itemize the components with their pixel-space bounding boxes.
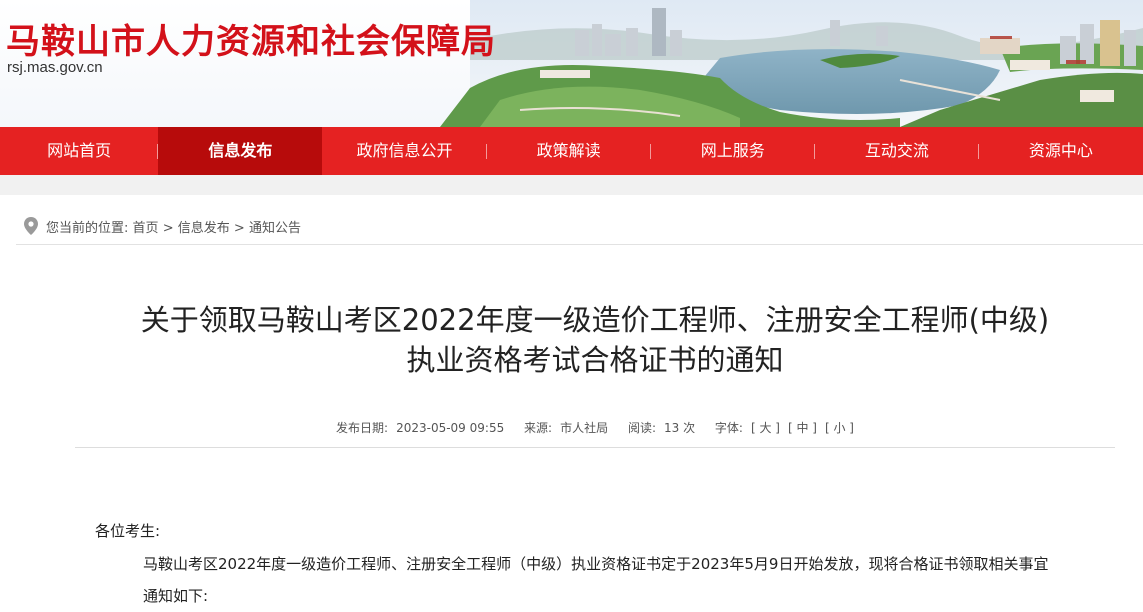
article-source: 来源: 市人社局: [520, 421, 612, 435]
font-size-controls: 字体: [ 大 ] [ 中 ] [ 小 ]: [711, 421, 858, 435]
font-size-small-button[interactable]: [ 小 ]: [825, 421, 854, 435]
breadcrumb-notice-link[interactable]: 通知公告: [249, 221, 301, 236]
section-gap: [0, 175, 1143, 195]
nav-item-label: 网站首页: [47, 141, 112, 160]
site-url: rsj.mas.gov.cn: [7, 59, 103, 76]
font-size-label: 字体:: [714, 421, 743, 435]
nav-item-label: 资源中心: [1028, 141, 1093, 160]
nav-item-policy-interpretation[interactable]: 政策解读: [487, 127, 651, 175]
nav-item-info-release[interactable]: 信息发布: [158, 127, 323, 175]
nav-item-label: 政策解读: [536, 141, 601, 160]
nav-item-label: 信息发布: [208, 141, 273, 160]
nav-item-label: 互动交流: [864, 141, 929, 160]
publish-date-label: 发布日期:: [336, 421, 389, 435]
nav-item-gov-info-disclosure[interactable]: 政府信息公开: [322, 127, 487, 175]
meta-divider: [75, 447, 1115, 448]
article-meta: 发布日期: 2023-05-09 09:55 来源: 市人社局 阅读: 13 次 字体…: [0, 419, 1143, 436]
read-count: 阅读: 13 次: [624, 421, 699, 435]
article-title: 关于领取马鞍山考区2022年度一级造价工程师、注册安全工程师(中级) 执业资格考…: [0, 300, 1143, 380]
nav-item-resource-center[interactable]: 资源中心: [979, 127, 1143, 175]
publish-date-value: 2023-05-09 09:55: [396, 421, 505, 435]
main-nav: 网站首页 信息发布 政府信息公开 政策解读 网上服务 互动交流 资源中心: [0, 127, 1143, 175]
location-pin-icon: [24, 217, 38, 235]
breadcrumb-home-link[interactable]: 首页: [133, 221, 159, 236]
nav-item-online-service[interactable]: 网上服务: [651, 127, 815, 175]
source-label: 来源:: [524, 421, 553, 435]
nav-item-home[interactable]: 网站首页: [0, 127, 159, 175]
nav-item-label: 政府信息公开: [356, 141, 453, 160]
nav-item-label: 网上服务: [700, 141, 765, 160]
breadcrumb-text: 您当前的位置: 首页 > 信息发布 > 通知公告: [46, 217, 301, 236]
font-size-medium-button[interactable]: [ 中 ]: [788, 421, 817, 435]
site-title: 马鞍山市人力资源和社会保障局: [6, 22, 496, 62]
article-paragraph: 马鞍山考区2022年度一级造价工程师、注册安全工程师（中级）执业资格证书定于20…: [143, 555, 1049, 605]
article-title-line-2: 执业资格考试合格证书的通知: [406, 343, 784, 377]
breadcrumb-prefix: 您当前的位置:: [46, 221, 129, 236]
font-size-large-button[interactable]: [ 大 ]: [751, 421, 780, 435]
source-value: 市人社局: [560, 421, 609, 435]
breadcrumb-separator: >: [233, 221, 245, 236]
breadcrumb-separator: >: [162, 221, 174, 236]
read-count-value: 13 次: [663, 421, 696, 435]
site-header: 马鞍山市人力资源和社会保障局 rsj.mas.gov.cn: [0, 0, 1143, 127]
read-count-label: 阅读:: [627, 421, 656, 435]
nav-item-interaction[interactable]: 互动交流: [815, 127, 979, 175]
article-salutation: 各位考生:: [95, 522, 161, 540]
article-body: 各位考生: 马鞍山考区2022年度一级造价工程师、注册安全工程师（中级）执业资格…: [95, 516, 1075, 612]
article-title-line-1: 关于领取马鞍山考区2022年度一级造价工程师、注册安全工程师(中级): [140, 303, 1050, 337]
breadcrumb: 您当前的位置: 首页 > 信息发布 > 通知公告: [16, 206, 1143, 245]
breadcrumb-info-release-link[interactable]: 信息发布: [178, 221, 230, 236]
publish-date: 发布日期: 2023-05-09 09:55: [332, 421, 508, 435]
